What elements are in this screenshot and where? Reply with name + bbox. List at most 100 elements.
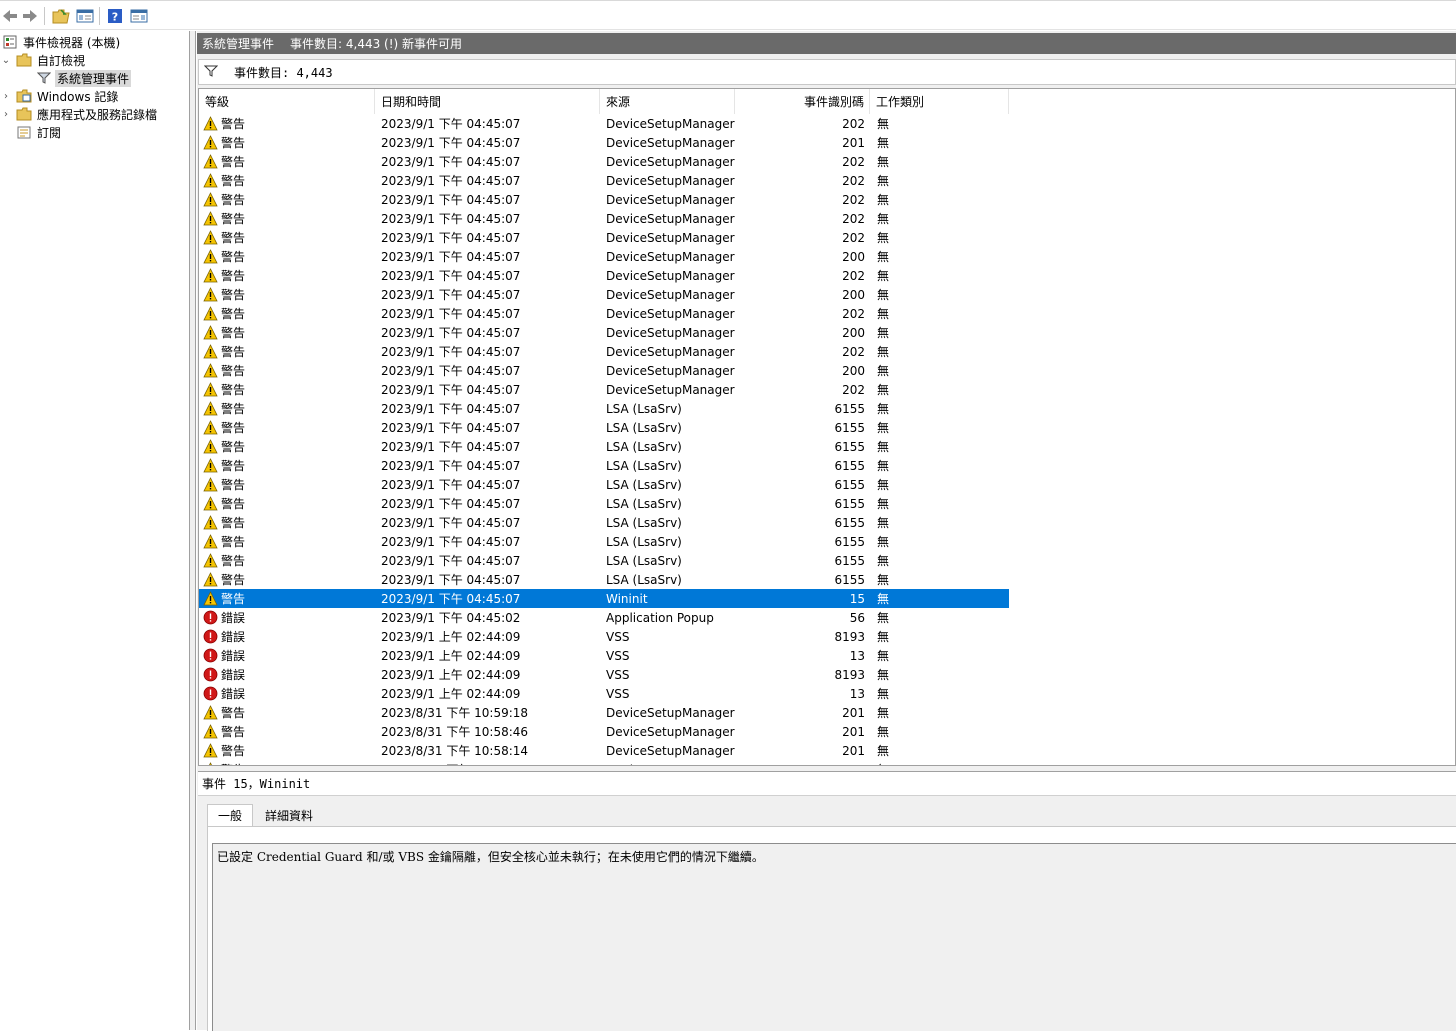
table-row[interactable]: 警告 2023/9/1 下午 04:45:07 LSA (LsaSrv) 6155 無 xyxy=(199,513,1009,532)
table-row[interactable]: 錯誤 2023/9/1 上午 02:44:09 VSS 8193 無 xyxy=(199,627,1009,646)
cell-task: 無 xyxy=(877,421,890,435)
warning-icon xyxy=(203,705,218,720)
table-row[interactable]: 警告 2023/9/1 下午 04:45:07 Wininit 15 無 xyxy=(199,589,1009,608)
cell-level: 警告 xyxy=(203,114,373,133)
chevron-right-icon[interactable]: › xyxy=(0,109,12,120)
help-icon[interactable]: ? xyxy=(105,6,125,26)
tree-item-event-viewer-root[interactable]: 事件檢視器 (本機) xyxy=(2,33,122,51)
cell-level: 警告 xyxy=(203,418,373,437)
table-row[interactable]: 警告 2023/9/1 下午 04:45:07 DeviceSetupManager… xyxy=(199,114,1009,133)
cell-level: 警告 xyxy=(203,342,373,361)
table-row[interactable]: 警告 2023/9/1 下午 04:45:07 LSA (LsaSrv) 6155 無 xyxy=(199,399,1009,418)
tree-item-app-service-logs[interactable]: › 應用程式及服務記錄檔 xyxy=(0,105,159,123)
show-hide-tree-icon[interactable] xyxy=(75,6,95,26)
cell-source: DeviceSetupManager xyxy=(606,249,735,264)
toolbar-separator xyxy=(44,7,45,25)
table-row[interactable]: 錯誤 2023/9/1 上午 02:44:09 VSS 13 無 xyxy=(199,684,1009,703)
table-row[interactable]: 警告 2023/8/31 下午 10:57:42 DeviceSetupManage… xyxy=(199,760,1009,765)
cell-level: 警告 xyxy=(203,532,373,551)
column-header-task[interactable]: 工作類別 xyxy=(870,89,1009,114)
table-row[interactable]: 警告 2023/9/1 下午 04:45:07 DeviceSetupManager… xyxy=(199,304,1009,323)
table-row[interactable]: 警告 2023/9/1 下午 04:45:07 DeviceSetupManager… xyxy=(199,228,1009,247)
table-row[interactable]: 警告 2023/9/1 下午 04:45:07 DeviceSetupManager… xyxy=(199,152,1009,171)
table-row[interactable]: 警告 2023/9/1 下午 04:45:07 DeviceSetupManager… xyxy=(199,323,1009,342)
cell-source: VSS xyxy=(606,648,630,663)
cell-task: 無 xyxy=(877,744,890,758)
table-row[interactable]: 警告 2023/8/31 下午 10:58:14 DeviceSetupManage… xyxy=(199,741,1009,760)
table-row[interactable]: 警告 2023/9/1 下午 04:45:07 LSA (LsaSrv) 6155 無 xyxy=(199,494,1009,513)
table-row[interactable]: 警告 2023/9/1 下午 04:45:07 DeviceSetupManager… xyxy=(199,380,1009,399)
back-arrow-icon[interactable] xyxy=(0,6,20,26)
cell-date: 2023/9/1 下午 04:45:07 xyxy=(381,212,521,226)
table-row[interactable]: 警告 2023/8/31 下午 10:58:46 DeviceSetupManage… xyxy=(199,722,1009,741)
cell-date: 2023/9/1 上午 02:44:09 xyxy=(381,630,521,644)
cell-source: DeviceSetupManager xyxy=(606,173,735,188)
table-row[interactable]: 警告 2023/9/1 下午 04:45:07 LSA (LsaSrv) 6155 無 xyxy=(199,437,1009,456)
event-message-box[interactable]: 已設定 Credential Guard 和/或 VBS 金鑰隔離，但安全核心並… xyxy=(212,843,1456,1031)
results-pane: 系統管理事件 事件數目: 4,443 (!) 新事件可用 事件數目: 4,443… xyxy=(197,31,1456,1031)
table-row[interactable]: 錯誤 2023/9/1 上午 02:44:09 VSS 13 無 xyxy=(199,646,1009,665)
tree-item-admin-events[interactable]: 系統管理事件 xyxy=(36,69,132,87)
level-text: 警告 xyxy=(221,459,246,473)
show-hide-action-pane-icon[interactable] xyxy=(129,6,149,26)
table-row[interactable]: 警告 2023/9/1 下午 04:45:07 DeviceSetupManager… xyxy=(199,361,1009,380)
cell-event-id: 6155 xyxy=(834,458,865,473)
tree-item-custom-views[interactable]: ⌄ 自訂檢視 xyxy=(0,51,87,69)
table-row[interactable]: 警告 2023/9/1 下午 04:45:07 DeviceSetupManager… xyxy=(199,171,1009,190)
open-folder-icon[interactable] xyxy=(51,6,71,26)
cell-source: VSS xyxy=(606,686,630,701)
cell-level: 錯誤 xyxy=(203,646,373,665)
table-row[interactable]: 警告 2023/9/1 下午 04:45:07 DeviceSetupManager… xyxy=(199,133,1009,152)
cell-level: 警告 xyxy=(203,209,373,228)
chevron-right-icon[interactable]: › xyxy=(0,91,12,102)
column-header-level[interactable]: 等級 xyxy=(199,89,375,114)
table-row[interactable]: 警告 2023/9/1 下午 04:45:07 DeviceSetupManager… xyxy=(199,209,1009,228)
level-text: 警告 xyxy=(221,212,246,226)
cell-date: 2023/8/31 下午 10:59:18 xyxy=(381,706,529,720)
cell-date: 2023/9/1 下午 04:45:07 xyxy=(381,155,521,169)
cell-date: 2023/9/1 下午 04:45:07 xyxy=(381,383,521,397)
cell-date: 2023/9/1 下午 04:45:07 xyxy=(381,554,521,568)
cell-source: DeviceSetupManager xyxy=(606,344,735,359)
event-message-text: 已設定 Credential Guard 和/或 VBS 金鑰隔離，但安全核心並… xyxy=(217,850,764,864)
forward-arrow-icon[interactable] xyxy=(20,6,40,26)
event-viewer-icon xyxy=(2,35,18,49)
table-row[interactable]: 警告 2023/9/1 下午 04:45:07 LSA (LsaSrv) 6155 無 xyxy=(199,532,1009,551)
folder-logs-icon xyxy=(16,89,32,103)
column-header-event-id[interactable]: 事件識別碼 xyxy=(735,89,870,114)
tree-item-windows-logs[interactable]: › Windows 記錄 xyxy=(0,87,120,105)
error-icon xyxy=(203,667,218,682)
table-row[interactable]: 警告 2023/9/1 下午 04:45:07 LSA (LsaSrv) 6155 無 xyxy=(199,456,1009,475)
event-detail-title: 事件 15，Wininit xyxy=(198,772,1456,796)
cell-event-id: 201 xyxy=(842,135,865,150)
cell-task: 無 xyxy=(877,760,1005,765)
table-row[interactable]: 警告 2023/9/1 下午 04:45:07 LSA (LsaSrv) 6155 無 xyxy=(199,475,1009,494)
warning-icon xyxy=(203,306,218,321)
cell-event-id: 6155 xyxy=(834,515,865,530)
tree-label: 事件檢視器 (本機) xyxy=(23,35,121,50)
cell-date: 2023/9/1 下午 04:45:07 xyxy=(381,136,521,150)
table-row[interactable]: 警告 2023/8/31 下午 10:59:18 DeviceSetupManage… xyxy=(199,703,1009,722)
tab-details[interactable]: 詳細資料 xyxy=(258,804,320,826)
table-row[interactable]: 警告 2023/9/1 下午 04:45:07 LSA (LsaSrv) 6155 無 xyxy=(199,418,1009,437)
tree-item-subscriptions[interactable]: 訂閱 xyxy=(16,123,63,141)
table-row[interactable]: 警告 2023/9/1 下午 04:45:07 LSA (LsaSrv) 6155 無 xyxy=(199,551,1009,570)
column-header-source[interactable]: 來源 xyxy=(600,89,735,114)
table-row[interactable]: 警告 2023/9/1 下午 04:45:07 DeviceSetupManager… xyxy=(199,266,1009,285)
table-row[interactable]: 錯誤 2023/9/1 下午 04:45:02 Application Popup 5… xyxy=(199,608,1009,627)
column-header-date[interactable]: 日期和時間 xyxy=(375,89,600,114)
pane-splitter[interactable] xyxy=(190,31,196,1030)
table-row[interactable]: 警告 2023/9/1 下午 04:45:07 DeviceSetupManager… xyxy=(199,247,1009,266)
cell-source: DeviceSetupManager xyxy=(606,382,735,397)
cell-event-id: 56 xyxy=(849,610,865,625)
chevron-down-icon[interactable]: ⌄ xyxy=(0,55,12,66)
event-list[interactable]: 等級 日期和時間 來源 事件識別碼 工作類別 警告 2023/9/1 下午 04:… xyxy=(198,88,1456,766)
table-row[interactable]: 錯誤 2023/9/1 上午 02:44:09 VSS 8193 無 xyxy=(199,665,1009,684)
table-row[interactable]: 警告 2023/9/1 下午 04:45:07 DeviceSetupManager… xyxy=(199,342,1009,361)
table-row[interactable]: 警告 2023/9/1 下午 04:45:07 LSA (LsaSrv) 6155 無 xyxy=(199,570,1009,589)
tab-general[interactable]: 一般 xyxy=(207,804,253,826)
table-row[interactable]: 警告 2023/9/1 下午 04:45:07 DeviceSetupManager… xyxy=(199,190,1009,209)
cell-date: 2023/9/1 下午 04:45:07 xyxy=(381,269,521,283)
table-row[interactable]: 警告 2023/9/1 下午 04:45:07 DeviceSetupManager… xyxy=(199,285,1009,304)
cell-event-id: 8193 xyxy=(834,629,865,644)
